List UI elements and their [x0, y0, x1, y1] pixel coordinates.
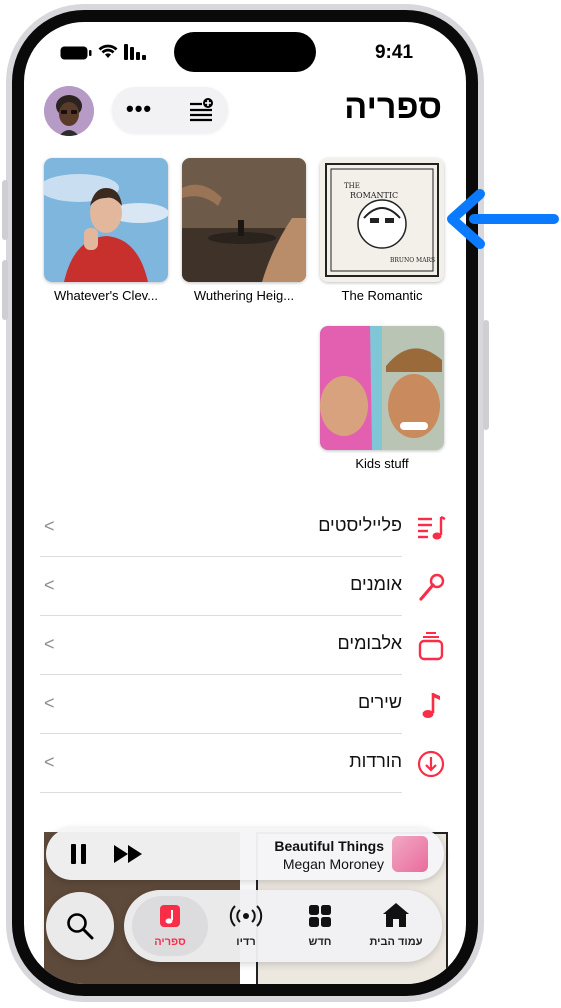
chevron-left-icon: < [44, 516, 55, 536]
mini-player[interactable]: Beautiful Things Megan Moroney [46, 828, 444, 880]
tab-label: חדש [308, 936, 332, 948]
power-button [483, 320, 489, 430]
add-to-list-icon[interactable] [188, 98, 214, 122]
album-cover-whatevers-clever[interactable] [44, 158, 168, 282]
download-icon [417, 750, 445, 778]
album-title[interactable]: Wuthering Heig... [179, 288, 309, 303]
microphone-icon [419, 573, 445, 601]
music-note-icon [422, 693, 440, 718]
cover-text: BRUNO MARS [390, 257, 435, 264]
now-playing-title: Beautiful Things [274, 838, 384, 854]
battery-icon [60, 46, 92, 60]
now-playing-artwork[interactable] [392, 836, 428, 872]
album-art-image [44, 158, 168, 282]
row-label: פלייליסטים [318, 515, 402, 535]
tab-home[interactable]: עמוד הבית [358, 896, 434, 956]
chevron-left-icon: < [44, 752, 55, 772]
album-stack-icon [418, 632, 444, 661]
album-art-image: THE ROMANTIC BRUNO MARS [320, 158, 444, 282]
library-icon [160, 905, 180, 927]
radio-icon [229, 905, 263, 927]
volume-button [2, 180, 8, 240]
now-playing-artist: Megan Moroney [282, 856, 384, 872]
memoji-avatar-icon [44, 86, 94, 136]
tab-label: רדיו [236, 936, 256, 948]
chevron-left-icon: < [44, 575, 55, 595]
chevron-left-icon: < [44, 693, 55, 713]
tab-label: עמוד הבית [369, 936, 423, 948]
dynamic-island [174, 32, 316, 72]
tab-bar: ספריה רדיו חדש עמוד הבית [124, 890, 442, 962]
pause-icon[interactable] [70, 844, 88, 864]
search-button[interactable] [46, 892, 114, 960]
row-label: שירים [358, 692, 402, 712]
tab-label: ספריה [154, 936, 186, 948]
album-title[interactable]: Whatever's Clev... [41, 288, 171, 303]
album-title[interactable]: Kids stuff [317, 456, 447, 471]
cover-text: ROMANTIC [350, 191, 398, 200]
library-row-albums[interactable]: < אלבומים [40, 616, 402, 675]
signal-icon [124, 44, 146, 60]
search-icon [67, 913, 94, 940]
arrow-annotation-icon [447, 189, 559, 249]
tab-radio[interactable]: רדיו [208, 896, 284, 956]
library-row-songs[interactable]: < שירים [40, 675, 402, 734]
profile-avatar[interactable] [44, 86, 94, 136]
volume-button-2 [2, 260, 8, 320]
grid-icon [309, 905, 331, 927]
wifi-icon [98, 44, 118, 58]
page-title: ספריה [344, 88, 442, 126]
library-row-playlists[interactable]: < פלייליסטים [40, 498, 402, 557]
library-row-artists[interactable]: < אומנים [40, 557, 402, 616]
chevron-left-icon: < [44, 634, 55, 654]
playlist-icon [418, 515, 446, 540]
more-icon[interactable]: ••• [126, 96, 152, 122]
home-icon [383, 903, 409, 927]
album-cover-kids-stuff[interactable] [320, 326, 444, 450]
album-title[interactable]: The Romantic [317, 288, 447, 303]
row-label: אומנים [350, 574, 402, 594]
album-art-image [182, 158, 306, 282]
tab-new[interactable]: חדש [282, 896, 358, 956]
album-cover-the-romantic[interactable]: THE ROMANTIC BRUNO MARS [320, 158, 444, 282]
fast-forward-icon[interactable] [114, 845, 144, 863]
row-label: הורדות [349, 751, 402, 771]
tab-library[interactable]: ספריה [132, 896, 208, 956]
album-art-image [320, 326, 444, 450]
album-cover-wuthering-heights[interactable] [182, 158, 306, 282]
cover-text: THE [344, 182, 360, 190]
row-label: אלבומים [337, 633, 402, 653]
header-actions-pill: ••• [112, 87, 228, 133]
library-row-downloads[interactable]: < הורדות [40, 734, 402, 793]
screen: 9:41 ••• ספריה Whatever's Clev... Wuther… [24, 22, 466, 984]
status-time: 9:41 [374, 42, 414, 63]
